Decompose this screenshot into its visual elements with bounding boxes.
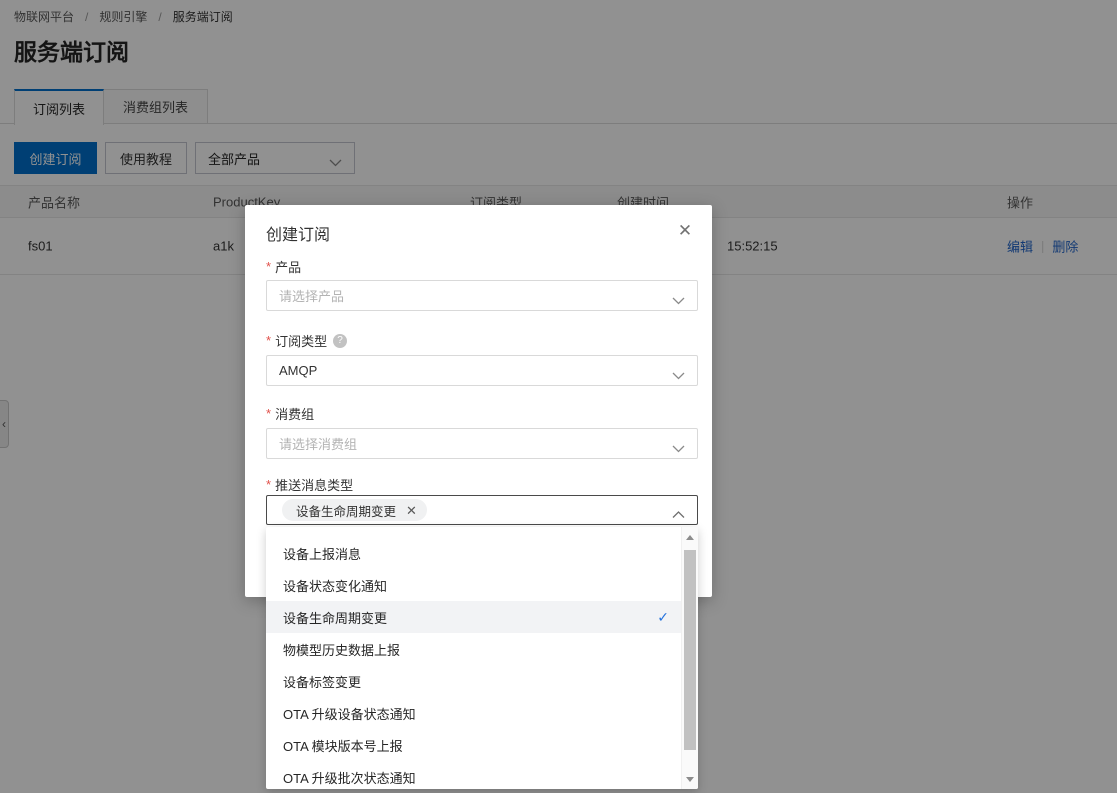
option-device-lifecycle[interactable]: 设备生命周期变更 ✓ — [266, 601, 681, 633]
sub-type-select[interactable]: AMQP — [266, 355, 698, 386]
chevron-up-icon — [672, 507, 685, 522]
scroll-up-icon[interactable] — [682, 529, 698, 545]
option-device-tag-change[interactable]: 设备标签变更 — [266, 665, 681, 697]
chevron-down-icon — [672, 368, 685, 383]
chevron-down-icon — [672, 441, 685, 456]
product-label-text: 产品 — [275, 257, 301, 276]
sub-type-field-label: * 订阅类型 ? — [266, 331, 347, 350]
option-ota-batch-status[interactable]: OTA 升级批次状态通知 — [266, 761, 681, 789]
sub-type-select-value: AMQP — [279, 363, 317, 378]
selected-tag: 设备生命周期变更 ✕ — [282, 499, 427, 521]
push-type-field-label: * 推送消息类型 — [266, 475, 353, 494]
consumer-group-select-placeholder: 请选择消费组 — [279, 434, 357, 453]
product-select-placeholder: 请选择产品 — [279, 286, 344, 305]
check-icon: ✓ — [657, 609, 669, 626]
tag-remove-icon[interactable]: ✕ — [406, 504, 417, 517]
required-mark: * — [266, 477, 271, 492]
product-field-label: * 产品 — [266, 257, 301, 276]
option-label: 设备生命周期变更 — [283, 608, 387, 627]
sub-type-label-text: 订阅类型 — [275, 331, 327, 350]
selected-tag-label: 设备生命周期变更 — [296, 501, 396, 520]
product-select[interactable]: 请选择产品 — [266, 280, 698, 311]
help-icon[interactable]: ? — [333, 334, 347, 348]
consumer-group-label-text: 消费组 — [275, 404, 314, 423]
option-ota-device-status[interactable]: OTA 升级设备状态通知 — [266, 697, 681, 729]
close-icon[interactable]: ✕ — [672, 218, 698, 244]
option-device-status-change[interactable]: 设备状态变化通知 — [266, 569, 681, 601]
scrollbar-thumb[interactable] — [684, 550, 696, 750]
option-device-upstream[interactable]: 设备上报消息 — [266, 537, 681, 569]
push-type-label-text: 推送消息类型 — [275, 475, 353, 494]
push-type-multiselect[interactable]: 设备生命周期变更 ✕ — [266, 495, 698, 525]
consumer-group-field-label: * 消费组 — [266, 404, 314, 423]
required-mark: * — [266, 333, 271, 348]
option-ota-module-version[interactable]: OTA 模块版本号上报 — [266, 729, 681, 761]
dialog-title: 创建订阅 — [266, 221, 330, 245]
required-mark: * — [266, 259, 271, 274]
iot-platform-page: 物联网平台 / 规则引擎 / 服务端订阅 服务端订阅 订阅列表 消费组列表 创建… — [0, 0, 1117, 793]
chevron-down-icon — [672, 293, 685, 308]
scroll-down-icon[interactable] — [682, 771, 698, 787]
dropdown-scrollbar[interactable] — [681, 527, 698, 789]
consumer-group-select[interactable]: 请选择消费组 — [266, 428, 698, 459]
option-tsl-history[interactable]: 物模型历史数据上报 — [266, 633, 681, 665]
required-mark: * — [266, 406, 271, 421]
option-list: 设备上报消息 设备状态变化通知 设备生命周期变更 ✓ 物模型历史数据上报 设备标… — [266, 527, 681, 789]
push-type-dropdown-panel: 设备上报消息 设备状态变化通知 设备生命周期变更 ✓ 物模型历史数据上报 设备标… — [266, 527, 698, 789]
